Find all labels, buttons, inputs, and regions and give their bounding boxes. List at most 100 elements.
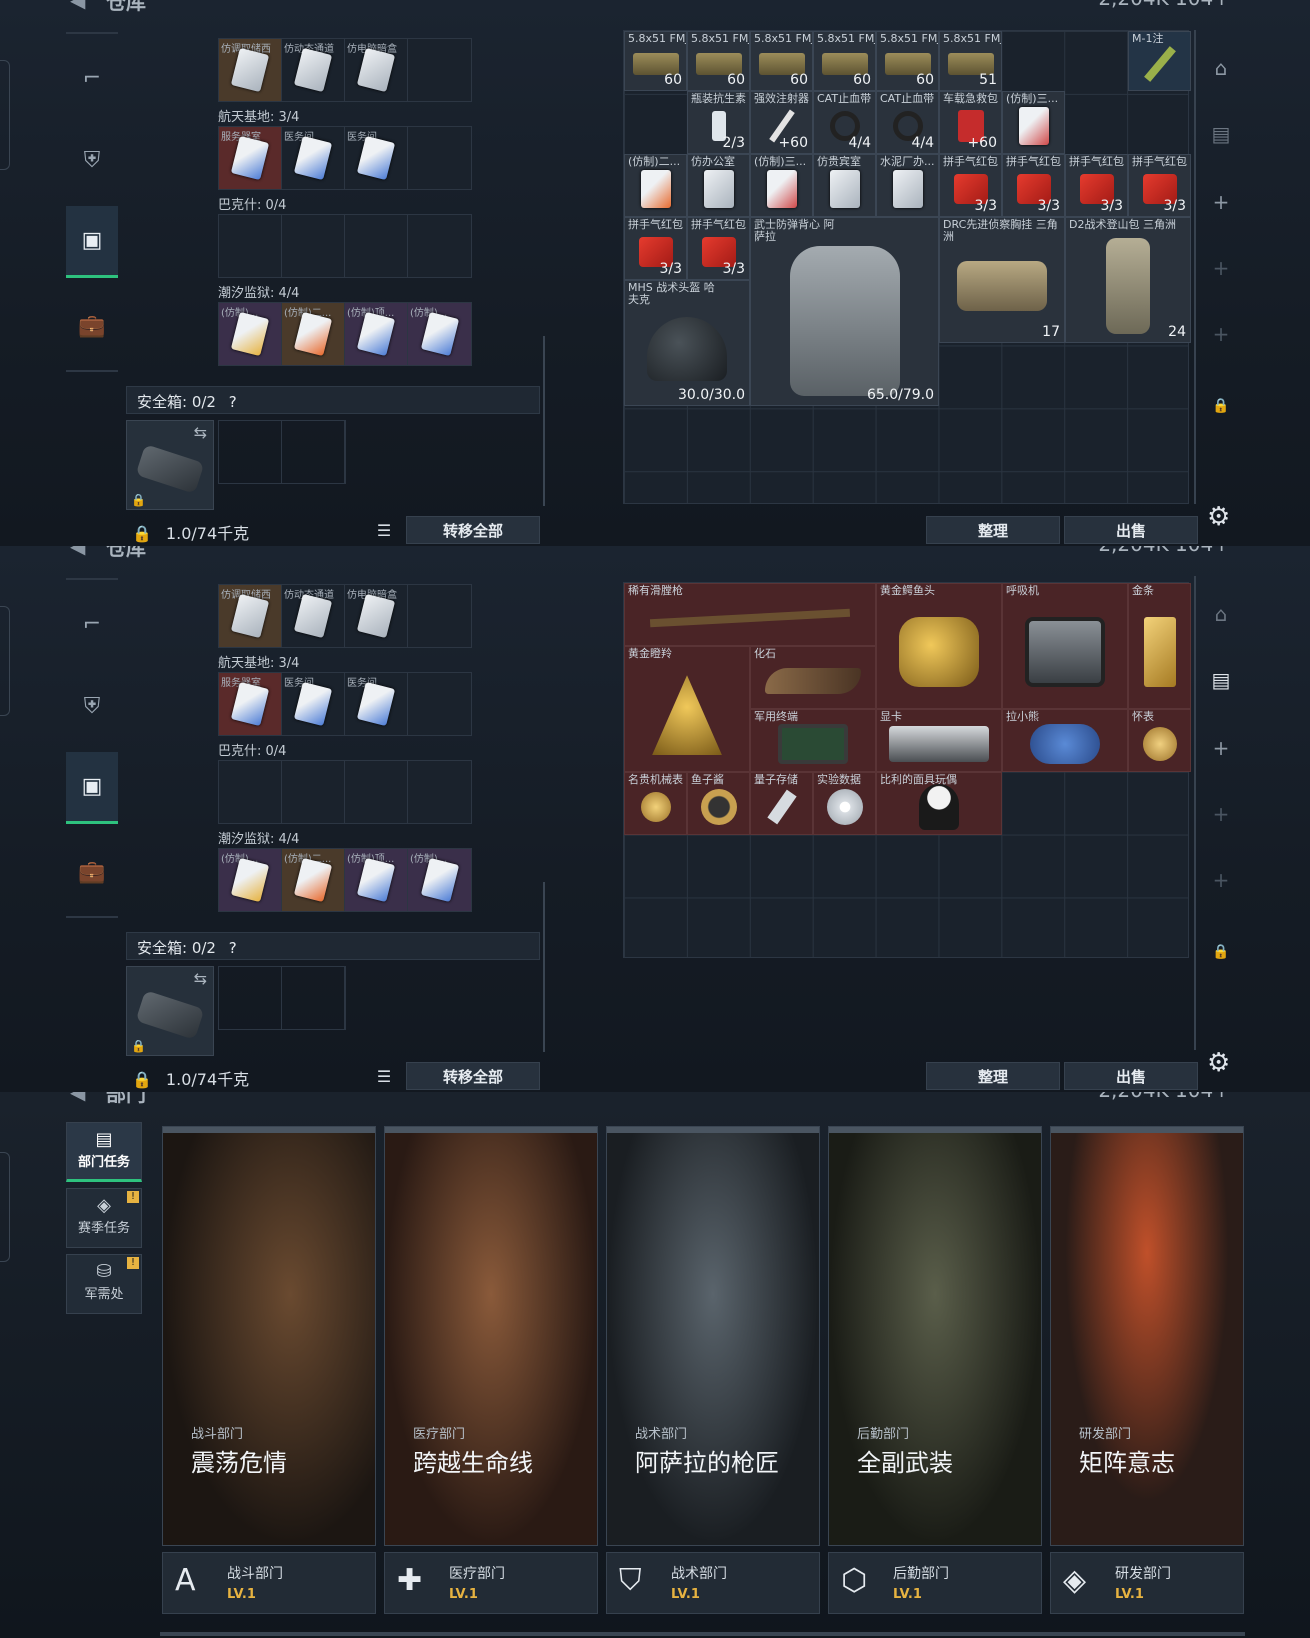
stash-item[interactable]: (仿制)三... (1002, 91, 1065, 154)
dept-card-tactical[interactable]: 战术部门 阿萨拉的枪匠 (606, 1126, 820, 1546)
stash-item[interactable]: 名贵机械表 (624, 772, 687, 835)
briefcase-icon[interactable]: 💼 (66, 290, 118, 362)
keycard-slot[interactable]: 仿动态通道 (282, 39, 345, 101)
stash-item[interactable]: 鱼子酱 (687, 772, 750, 835)
stash-item[interactable]: 显卡 (876, 709, 1002, 772)
stash-item[interactable]: 5.8x51 FMJ 60 (813, 31, 876, 91)
safe-slots[interactable] (218, 420, 346, 484)
stash-item[interactable]: 瓶装抗生素 2/3 (687, 91, 750, 154)
stash-item[interactable]: 金条 (1128, 583, 1191, 709)
sort-button[interactable]: 整理 (926, 1062, 1060, 1090)
stash-item[interactable]: 黄金鳄鱼头 (876, 583, 1002, 709)
transfer-all-button[interactable]: 转移全部 (406, 1062, 540, 1090)
keycard-slot[interactable]: 医务间 (282, 127, 345, 189)
list-icon[interactable]: ☰ (372, 1062, 396, 1090)
stash-item-chestrig[interactable]: DRC先进侦察胸挂 三角洲 17 (939, 217, 1065, 343)
add-icon[interactable]: + (1200, 736, 1242, 760)
keycard-slot[interactable]: 仿调取储西 (219, 39, 282, 101)
safe-slots[interactable] (218, 966, 346, 1030)
stash-item[interactable]: 5.8x51 FMJ 60 (624, 31, 687, 91)
keycard-slot-empty[interactable] (345, 761, 408, 823)
side-handle[interactable] (0, 60, 10, 170)
stash-item[interactable]: 军用终端 (750, 709, 876, 772)
side-handle[interactable] (0, 606, 10, 716)
stash-item[interactable]: 5.8x51 FMJ 60 (750, 31, 813, 91)
gear-icon[interactable]: ⚙ (1207, 502, 1230, 532)
keycard-slot-empty[interactable] (408, 215, 471, 277)
keycard-slot[interactable]: 仿动态通道 (282, 585, 345, 647)
stash-item[interactable]: 化石 (750, 646, 876, 709)
stash-item[interactable]: (仿制)二... (624, 154, 687, 217)
transfer-all-button[interactable]: 转移全部 (406, 516, 540, 544)
stash-item-backpack[interactable]: D2战术登山包 三角洲 24 (1065, 217, 1191, 343)
dept-card-medical[interactable]: 医疗部门 跨越生命线 (384, 1126, 598, 1546)
stash-item[interactable]: 稀有滑膛枪 (624, 583, 876, 646)
vault-icon[interactable]: ⌂ (1200, 56, 1242, 80)
stash-item[interactable]: 水泥厂办... (876, 154, 939, 217)
keycard-slot[interactable]: (仿制)... (219, 303, 282, 365)
keycard-slot[interactable]: 医务间 (345, 127, 408, 189)
keycard-slot-empty[interactable] (219, 215, 282, 277)
keycard-slot[interactable]: 医务间 (282, 673, 345, 735)
rifle-icon[interactable]: ⌐ (66, 588, 118, 660)
camera-icon[interactable]: ▤ (1200, 122, 1242, 146)
stash-item[interactable]: M-1注 (1128, 31, 1191, 91)
stash-item[interactable]: CAT止血带 4/4 (813, 91, 876, 154)
stash-item[interactable]: 拼手气红包 3/3 (687, 217, 750, 280)
side-handle[interactable] (0, 1152, 10, 1262)
help-icon[interactable]: ? (229, 393, 237, 411)
sort-button[interactable]: 整理 (926, 516, 1060, 544)
stash-item[interactable]: (仿制)三... (750, 154, 813, 217)
stash-item[interactable]: 拼手气红包 3/3 (939, 154, 1002, 217)
scrollbar[interactable] (543, 882, 545, 1052)
keycard-slot[interactable]: 仿调取储西 (219, 585, 282, 647)
keycard-slot-empty[interactable] (408, 585, 471, 647)
stash-item[interactable]: 强效注射器 +60 (750, 91, 813, 154)
swap-icon[interactable]: ⇆ (194, 969, 207, 988)
swap-icon[interactable]: ⇆ (194, 423, 207, 442)
dept-card-logistics[interactable]: 后勤部门 全副武装 (828, 1126, 1042, 1546)
keycard-slot[interactable]: (仿制)... (408, 303, 471, 365)
dept-card-research[interactable]: 研发部门 矩阵意志 (1050, 1126, 1244, 1546)
backpack-icon[interactable]: ▣ (66, 206, 118, 278)
keycard-slot[interactable]: 服务器室 (219, 673, 282, 735)
keycard-slot-empty[interactable] (408, 673, 471, 735)
keycard-slot-empty[interactable] (282, 761, 345, 823)
backpack-icon[interactable]: ▣ (66, 752, 118, 824)
stash-item[interactable]: 实验数据 (813, 772, 876, 835)
stash-item[interactable]: 黄金瞪羚 (624, 646, 750, 772)
stash-item[interactable]: 怀表 (1128, 709, 1191, 772)
armor-icon[interactable]: ⛨ (66, 124, 118, 196)
stash-item[interactable]: 比利的面具玩偶 (876, 772, 1002, 835)
stash-item[interactable]: 仿办公室 (687, 154, 750, 217)
stash-item[interactable]: 拼手气红包 3/3 (1065, 154, 1128, 217)
stash-item[interactable]: 拉小熊 (1002, 709, 1128, 772)
briefcase-icon[interactable]: 💼 (66, 836, 118, 908)
stash-item[interactable]: 5.8x51 FMJ 60 (687, 31, 750, 91)
keycard-slot[interactable]: 医务间 (345, 673, 408, 735)
keycard-slot-empty[interactable] (282, 215, 345, 277)
vault-icon[interactable]: ⌂ (1200, 602, 1242, 626)
rifle-icon[interactable]: ⌐ (66, 42, 118, 114)
dept-footer-logistics[interactable]: ⬡ 后勤部门 LV.1 (828, 1552, 1042, 1614)
keycard-slot[interactable]: (仿制)... (408, 849, 471, 911)
stash-item[interactable]: 呼吸机 (1002, 583, 1128, 709)
keycard-slot[interactable]: 仿电脑暗盒 (345, 585, 408, 647)
stash-item-armor[interactable]: 武士防弹背心 阿萨拉 65.0/79.0 (750, 217, 939, 406)
gear-icon[interactable]: ⚙ (1207, 1048, 1230, 1078)
add-icon[interactable]: + (1200, 322, 1242, 346)
tab-season-tasks[interactable]: ◈! 赛季任务 (66, 1188, 142, 1248)
stash-item[interactable]: CAT止血带 4/4 (876, 91, 939, 154)
dept-footer-combat[interactable]: A 战斗部门 LV.1 (162, 1552, 376, 1614)
dept-footer-medical[interactable]: ✚ 医疗部门 LV.1 (384, 1552, 598, 1614)
tab-quartermaster[interactable]: ⛁! 军需处 (66, 1254, 142, 1314)
keycard-slot-empty[interactable] (345, 215, 408, 277)
help-icon[interactable]: ? (229, 939, 237, 957)
list-icon[interactable]: ☰ (372, 516, 396, 544)
camera-icon[interactable]: ▤ (1200, 668, 1242, 692)
stash-item[interactable]: 车载急救包 +60 (939, 91, 1002, 154)
keycard-slot-empty[interactable] (408, 39, 471, 101)
sell-button[interactable]: 出售 (1064, 1062, 1198, 1090)
safe-box[interactable]: ⇆ 🔒 (126, 966, 214, 1056)
tab-department-tasks[interactable]: ▤ 部门任务 (66, 1122, 142, 1182)
